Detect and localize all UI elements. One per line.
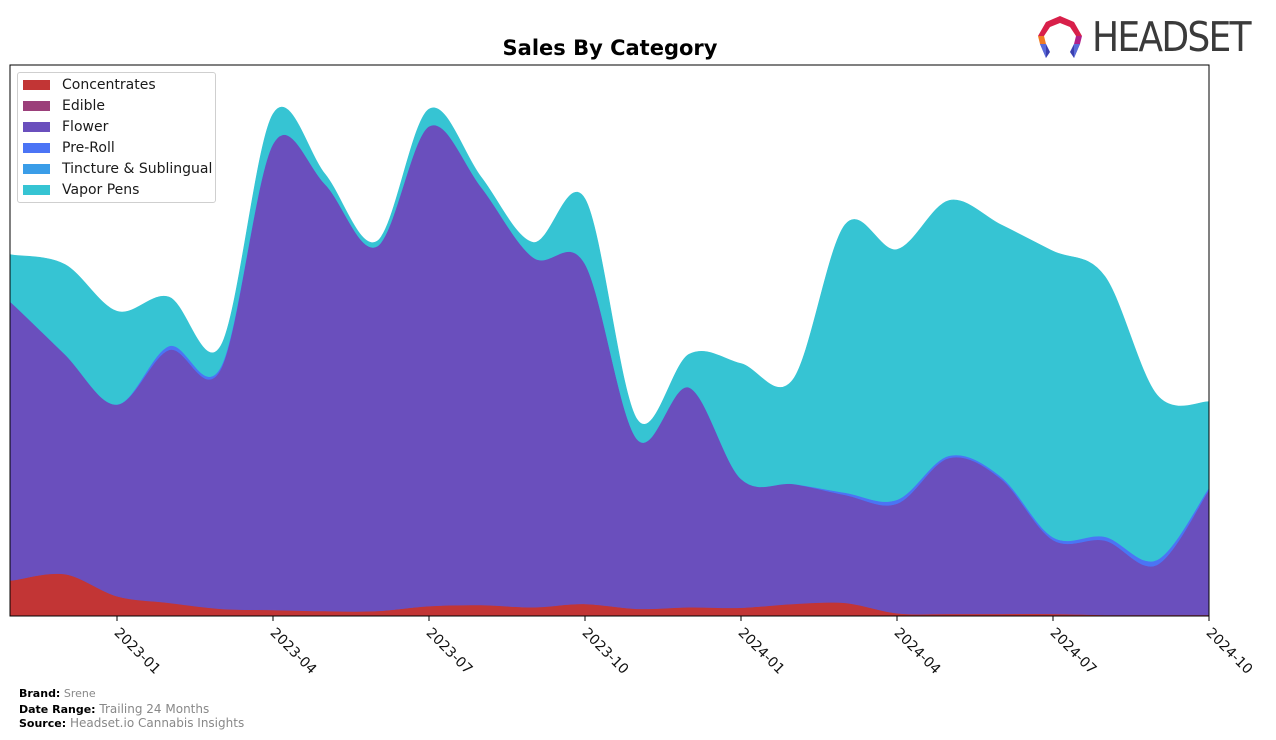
x-ticks: [116, 616, 1210, 621]
source-label: Source:: [19, 717, 67, 730]
legend-swatch-concentrates: [23, 80, 50, 90]
legend-item-pre-roll[interactable]: Pre-Roll: [23, 139, 115, 157]
legend-item-vapor-pens[interactable]: Vapor Pens: [23, 181, 139, 199]
legend-swatch-vapor-pens: [23, 185, 50, 195]
legend-swatch-tincture-sublingual: [23, 164, 50, 174]
brand-label: Brand:: [19, 687, 61, 700]
legend-label: Flower: [62, 119, 109, 135]
legend-label: Edible: [62, 98, 106, 114]
date-range-label: Date Range:: [19, 703, 96, 716]
legend-item-edible[interactable]: Edible: [23, 97, 105, 115]
source-value: Headset.io Cannabis Insights: [69, 716, 245, 730]
legend-item-concentrates[interactable]: Concentrates: [23, 76, 156, 94]
legend-item-flower[interactable]: Flower: [23, 118, 108, 136]
footer-source: Source: Headset.io Cannabis Insights: [19, 716, 244, 730]
legend-label: Concentrates: [62, 77, 156, 93]
brand-value: Srene: [63, 687, 96, 700]
footer-brand: Brand: Srene: [19, 687, 96, 700]
legend-swatch-flower: [23, 122, 50, 132]
headset-logo-icon: [1038, 16, 1082, 58]
headset-logo-text: HEADSET: [1092, 12, 1252, 61]
date-range-value: Trailing 24 Months: [99, 702, 210, 716]
footer-date-range: Date Range: Trailing 24 Months: [19, 702, 209, 716]
legend: Concentrates Edible Flower Pre-Roll Tinc…: [17, 72, 216, 203]
legend-swatch-pre-roll: [23, 143, 50, 153]
headset-logo: HEADSET: [1036, 14, 1271, 60]
legend-label: Pre-Roll: [62, 140, 115, 156]
legend-label: Vapor Pens: [62, 182, 140, 198]
legend-item-tincture-sublingual[interactable]: Tincture & Sublingual: [23, 160, 212, 178]
legend-label: Tincture & Sublingual: [62, 161, 213, 177]
legend-swatch-edible: [23, 101, 50, 111]
